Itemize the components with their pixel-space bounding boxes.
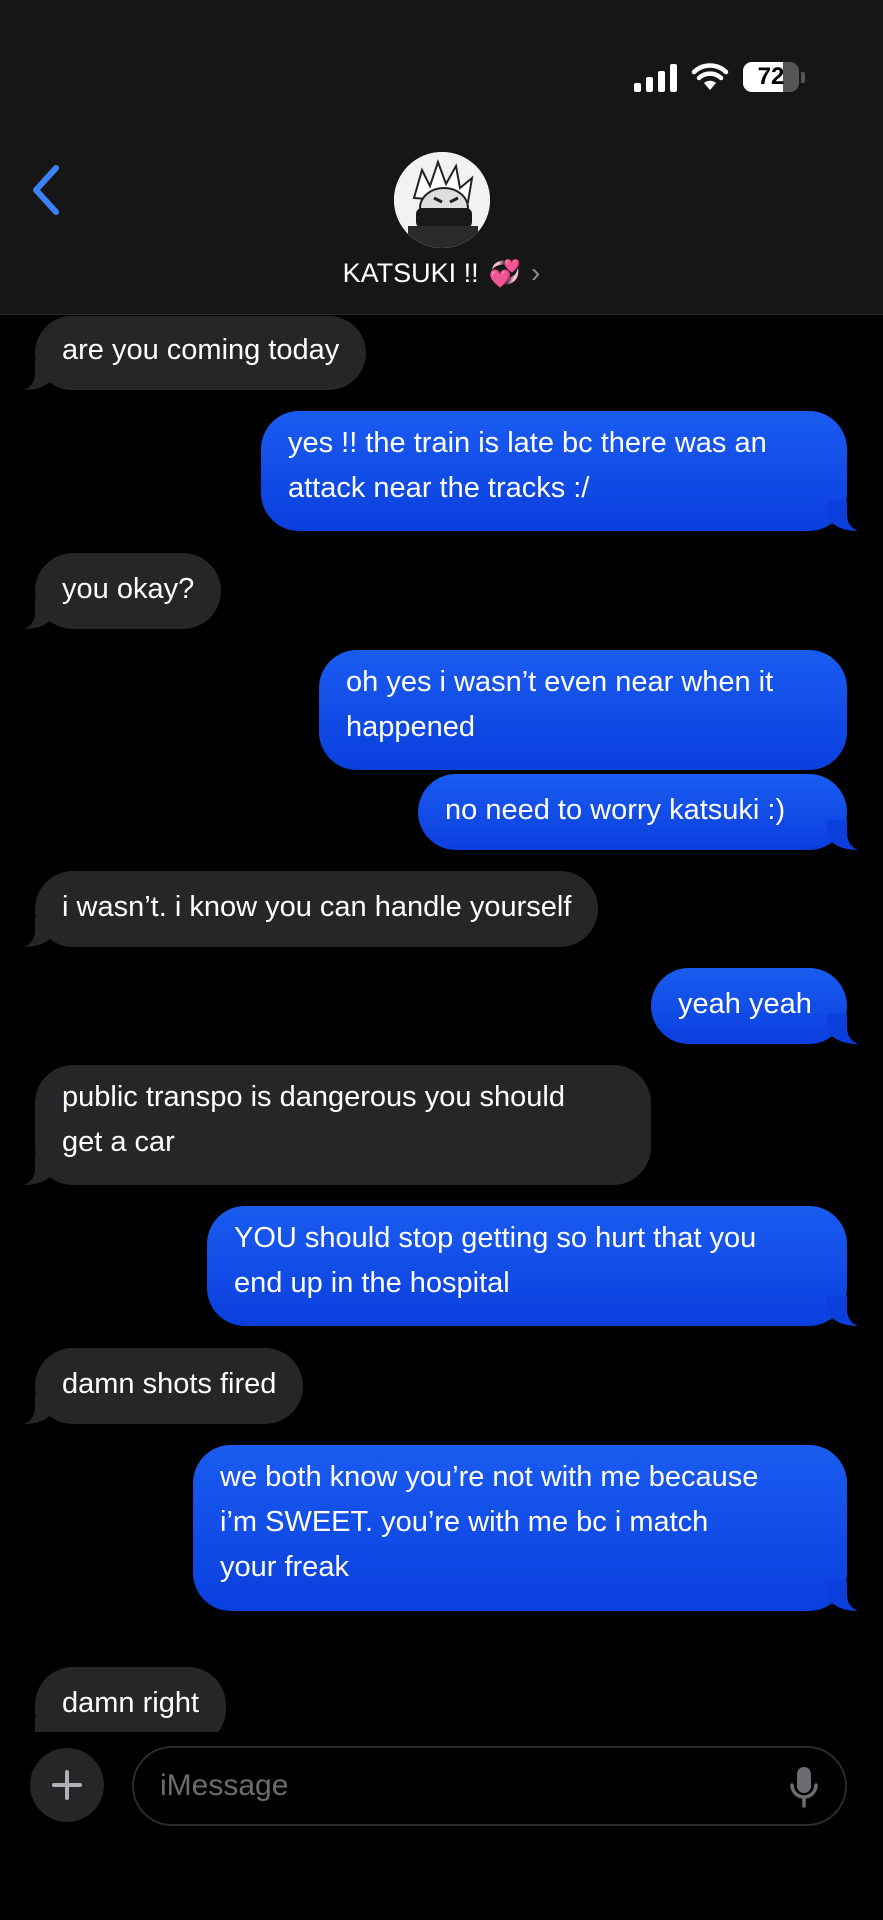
message-text: damn right [62,1687,200,1719]
message-text: YOU should stop getting so hurt that you… [234,1222,757,1299]
message-field[interactable] [132,1746,847,1826]
message-bubble-received[interactable]: you okay? [12,553,222,629]
status-bar: 72 [634,60,805,94]
message-bubble-sent[interactable]: yeah yeah [651,968,869,1044]
message-bubble-received[interactable]: public transpo is dangerous you should g… [13,1065,651,1185]
message-bubble-sent[interactable]: oh yes i wasn’t even near when it happen… [319,650,847,770]
cellular-signal-icon [634,62,677,92]
contact-name-button[interactable]: KATSUKI !! 💞 › [0,257,883,289]
message-bubble-received[interactable]: damn right [12,1667,227,1732]
message-text: oh yes i wasn’t even near when it happen… [346,666,774,743]
message-text: no need to worry katsuki :) [445,794,786,826]
plus-icon [52,1770,82,1800]
add-attachment-button[interactable] [30,1748,104,1822]
back-button[interactable] [22,160,70,220]
chevron-left-icon [33,165,59,215]
battery-icon: 72 [743,62,805,92]
message-text: yeah yeah [678,988,812,1020]
message-bubble-received[interactable]: are you coming today [12,316,367,390]
message-text: are you coming today [62,334,340,366]
message-bubble-sent[interactable]: YOU should stop getting so hurt that you… [207,1206,869,1326]
contact-name: KATSUKI !! [342,257,479,288]
message-bubble-sent[interactable]: we both know you’re not with me because … [193,1445,869,1611]
message-text: you okay? [62,573,195,605]
heart-emoji: 💞 [488,257,522,288]
conversation-header: 72 KATSUKI !! 💞 › [0,0,883,315]
message-text: yes !! the train is late bc there was an… [288,427,767,504]
battery-level: 72 [757,63,785,90]
message-text: i wasn’t. i know you can handle yourself [62,891,572,923]
message-bubble-sent[interactable]: yes !! the train is late bc there was an… [261,411,869,531]
message-bubble-received[interactable]: i wasn’t. i know you can handle yourself [12,871,599,947]
composer-bar [0,1732,883,1920]
chevron-right-icon: › [531,257,541,288]
message-text: damn shots fired [62,1368,277,1400]
message-thread[interactable]: are you coming today yes !! the train is… [0,316,883,1732]
message-input[interactable] [160,1748,760,1824]
message-bubble-received[interactable]: damn shots fired [12,1348,304,1424]
wifi-icon [691,63,729,90]
message-text: we both know you’re not with me because … [220,1461,759,1583]
microphone-icon[interactable] [789,1766,819,1808]
message-bubble-sent[interactable]: no need to worry katsuki :) [418,774,869,850]
contact-avatar[interactable] [394,152,490,248]
message-text: public transpo is dangerous you should g… [62,1081,565,1158]
